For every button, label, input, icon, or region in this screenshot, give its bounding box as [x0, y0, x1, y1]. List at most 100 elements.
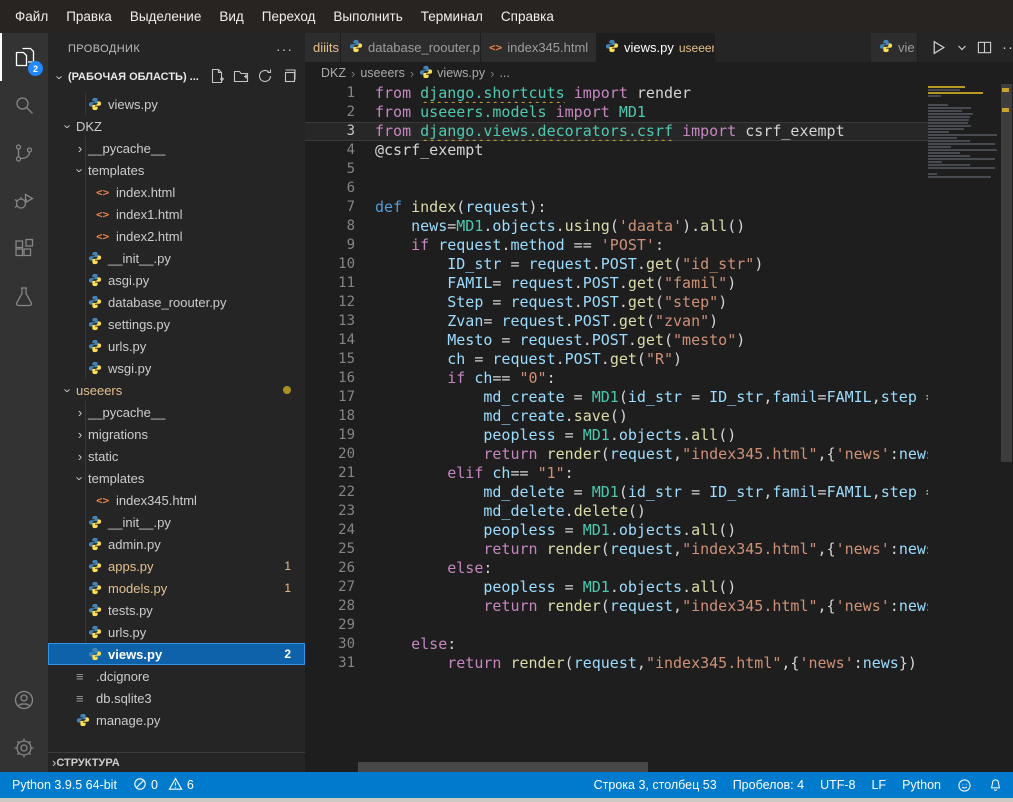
line-number: 9	[305, 236, 355, 255]
vscode-window: ФайлПравкаВыделениеВидПереходВыполнитьТе…	[0, 0, 1013, 802]
tree-file-urls.py[interactable]: urls.py	[48, 335, 305, 357]
account-icon[interactable]	[0, 676, 48, 724]
status-item[interactable]: Пробелов: 4	[733, 778, 804, 792]
line-number: 12	[305, 293, 355, 312]
minimap[interactable]	[928, 86, 1000, 179]
tree-folder-templates[interactable]: ›templates	[48, 159, 305, 181]
menu-item[interactable]: Вид	[210, 5, 252, 28]
html-file-icon: <>	[489, 41, 502, 54]
tree-file-admin.py[interactable]: admin.py	[48, 533, 305, 555]
workspace-section-header[interactable]: › (РАБОЧАЯ ОБЛАСТЬ) ...	[48, 65, 305, 89]
breadcrumb-item-...[interactable]: ...	[499, 66, 509, 80]
file-name: manage.py	[96, 713, 160, 728]
feedback-icon[interactable]	[957, 778, 972, 793]
tab-database_roouter.py[interactable]: database_roouter.py	[341, 33, 481, 62]
extensions-icon[interactable]	[0, 225, 48, 273]
code-line: 1from django.shortcuts import render	[305, 84, 928, 103]
horizontal-scrollbar[interactable]	[305, 762, 928, 772]
code-line: 4@csrf_exempt	[305, 141, 928, 160]
code-text: from django.views.decorators.csrf import…	[355, 122, 845, 141]
tree-file-database_roouter.py[interactable]: database_roouter.py	[48, 291, 305, 313]
menu-item[interactable]: Выделение	[121, 5, 211, 28]
menu-item[interactable]: Переход	[253, 5, 325, 28]
explorer-more-icon[interactable]: ···	[276, 41, 293, 57]
tab-views.py[interactable]: views.pyuseeers 2×	[597, 33, 715, 62]
tree-file-settings.py[interactable]: settings.py	[48, 313, 305, 335]
menu-item[interactable]: Справка	[492, 5, 563, 28]
file-name: db.sqlite3	[96, 691, 152, 706]
source-control-icon[interactable]	[0, 129, 48, 177]
run-button[interactable]	[930, 39, 947, 56]
status-item[interactable]: Строка 3, столбец 53	[594, 778, 717, 792]
tab-index345.html[interactable]: <>index345.html	[481, 33, 597, 62]
status-item[interactable]: UTF-8	[820, 778, 855, 792]
tree-folder-useeers[interactable]: ›useeers	[48, 379, 305, 401]
line-number: 21	[305, 464, 355, 483]
status-item[interactable]: Python	[902, 778, 941, 792]
vertical-scrollbar-slider[interactable]	[1001, 84, 1012, 462]
tree-file-index2.html[interactable]: <>index2.html	[48, 225, 305, 247]
tab-vie[interactable]: vie	[871, 33, 918, 62]
tree-file-models.py[interactable]: models.py1	[48, 577, 305, 599]
chevron-right-icon: ›	[72, 449, 88, 464]
tree-file-index.html[interactable]: <>index.html	[48, 181, 305, 203]
menu-item[interactable]: Файл	[6, 5, 57, 28]
code-editor[interactable]: 1from django.shortcuts import render2fro…	[305, 84, 1013, 772]
breadcrumb-item-views.py[interactable]: views.py	[419, 65, 485, 82]
refresh-icon[interactable]	[257, 68, 273, 87]
tree-file-.dcignore[interactable]: ≡.dcignore	[48, 665, 305, 687]
tree-folder-templates[interactable]: ›templates	[48, 467, 305, 489]
tree-file-apps.py[interactable]: apps.py1	[48, 555, 305, 577]
tab-diiits[interactable]: diiits2	[305, 33, 341, 62]
vertical-scrollbar[interactable]	[1000, 84, 1013, 772]
tree-file-db.sqlite3[interactable]: ≡db.sqlite3	[48, 687, 305, 709]
code-text: md_delete.delete()	[355, 502, 646, 521]
tree-file-views.py[interactable]: views.py2	[48, 643, 305, 665]
code-line: 13 Zvan= request.POST.get("zvan")	[305, 312, 928, 331]
breadcrumb-label: DKZ	[321, 66, 346, 80]
run-dropdown-chevron-icon[interactable]	[957, 43, 967, 53]
testing-icon[interactable]	[0, 273, 48, 321]
notifications-bell-icon[interactable]	[988, 778, 1003, 793]
line-number: 24	[305, 521, 355, 540]
status-item[interactable]: LF	[871, 778, 886, 792]
tree-folder-__pycache__[interactable]: ›__pycache__	[48, 137, 305, 159]
split-editor-button[interactable]	[977, 40, 992, 55]
tree-file-__init__.py[interactable]: __init__.py	[48, 511, 305, 533]
breadcrumb-item-DKZ[interactable]: DKZ	[321, 66, 346, 80]
tree-file-wsgi.py[interactable]: wsgi.py	[48, 357, 305, 379]
python-file-icon	[88, 625, 108, 639]
tree-folder-__pycache__[interactable]: ›__pycache__	[48, 401, 305, 423]
tree-file-asgi.py[interactable]: asgi.py	[48, 269, 305, 291]
new-file-icon[interactable]	[209, 68, 225, 87]
new-folder-icon[interactable]	[233, 68, 249, 87]
tree-file-index1.html[interactable]: <>index1.html	[48, 203, 305, 225]
code-line: 2from useeers.models import MD1	[305, 103, 928, 122]
run-debug-icon[interactable]	[0, 177, 48, 225]
tree-file-__init__.py[interactable]: __init__.py	[48, 247, 305, 269]
search-icon[interactable]	[0, 81, 48, 129]
menu-item[interactable]: Терминал	[412, 5, 492, 28]
menu-item[interactable]: Выполнить	[324, 5, 411, 28]
breadcrumb-item-useeers[interactable]: useeers	[360, 66, 404, 80]
tree-file-urls.py[interactable]: urls.py	[48, 621, 305, 643]
tree-file-index345.html[interactable]: <>index345.html	[48, 489, 305, 511]
tree-folder-migrations[interactable]: ›migrations	[48, 423, 305, 445]
settings-gear-icon[interactable]	[0, 724, 48, 772]
collapse-all-icon[interactable]	[281, 68, 297, 87]
tree-file-tests.py[interactable]: tests.py	[48, 599, 305, 621]
outline-section-header[interactable]: › СТРУКТУРА	[48, 752, 305, 772]
menu-item[interactable]: Правка	[57, 5, 121, 28]
problems-status[interactable]: 0 6	[133, 777, 194, 794]
explorer-icon[interactable]: 2	[0, 33, 48, 81]
file-name: index.html	[116, 185, 175, 200]
activity-bar: 2	[0, 33, 48, 772]
python-version-status[interactable]: Python 3.9.5 64-bit	[12, 778, 117, 792]
more-actions-button[interactable]: ···	[1002, 39, 1013, 56]
tree-folder-static[interactable]: ›static	[48, 445, 305, 467]
tree-file-views.py[interactable]: views.py	[48, 93, 305, 115]
tree-folder-DKZ[interactable]: ›DKZ	[48, 115, 305, 137]
chevron-down-icon: ›	[61, 118, 76, 134]
horizontal-scrollbar-slider[interactable]	[358, 762, 648, 772]
tree-file-manage.py[interactable]: manage.py	[48, 709, 305, 731]
